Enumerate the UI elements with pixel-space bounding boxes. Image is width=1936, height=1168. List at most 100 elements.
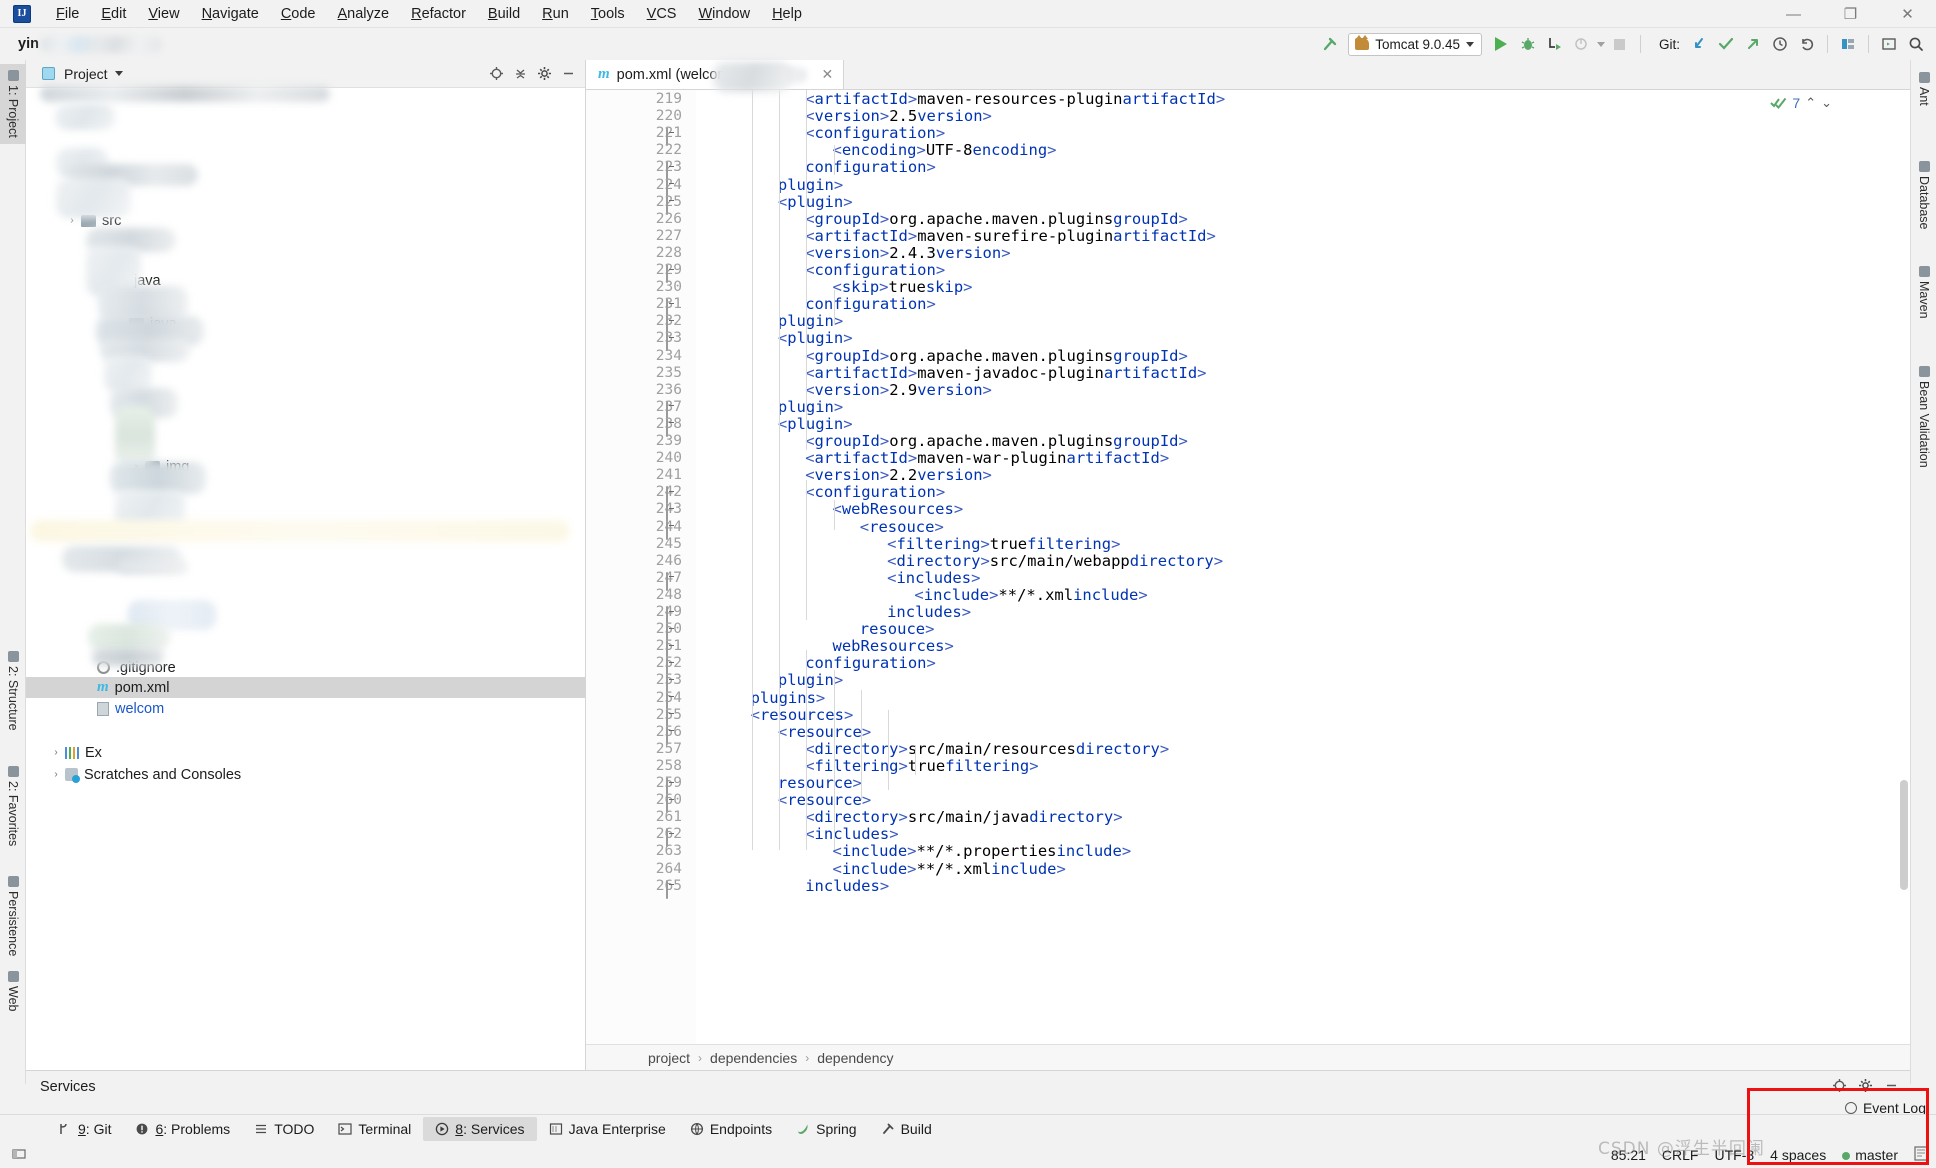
fold-toggle-icon[interactable] (666, 795, 677, 806)
indent-setting[interactable]: 4 spaces (1770, 1147, 1826, 1163)
editor-body[interactable]: 2192202212222232242252262272282292302312… (586, 90, 1910, 1070)
code-line[interactable]: <include>**/*.xmlinclude> (914, 587, 1147, 604)
menu-item-edit[interactable]: Edit (90, 4, 137, 24)
tool-button-beanvalidation[interactable]: Bean Validation (1911, 360, 1936, 474)
editor-scrollbar[interactable] (1898, 90, 1910, 1070)
menu-item-run[interactable]: Run (531, 4, 580, 24)
gear-icon[interactable] (533, 63, 555, 85)
tool-button-maven[interactable]: Maven (1911, 260, 1936, 325)
tool-button-database[interactable]: Database (1911, 155, 1936, 236)
read-only-icon[interactable] (1914, 1146, 1928, 1164)
fold-toggle-icon[interactable] (666, 624, 677, 635)
code-line[interactable]: <skip>trueskip> (833, 279, 973, 296)
fold-toggle-icon[interactable] (666, 265, 677, 276)
history-icon[interactable] (1768, 32, 1792, 56)
minimize-button[interactable]: — (1765, 0, 1822, 28)
code-line[interactable]: includes> (887, 604, 971, 621)
collapse-strip-icon[interactable] (12, 1147, 26, 1164)
fold-toggle-icon[interactable] (666, 299, 677, 310)
bottom-tab-spring[interactable]: Spring (784, 1117, 868, 1141)
fold-toggle-icon[interactable] (666, 607, 677, 618)
chevron-right-icon[interactable] (82, 703, 94, 715)
locate-icon[interactable] (1828, 1074, 1850, 1096)
menu-item-tools[interactable]: Tools (580, 4, 636, 24)
layout-icon[interactable] (1836, 32, 1860, 56)
menu-item-analyze[interactable]: Analyze (327, 4, 401, 24)
editor-gutter[interactable]: 2192202212222232242252262272282292302312… (586, 90, 696, 1070)
bottom-tab-services[interactable]: 8: Services (423, 1117, 536, 1141)
fold-toggle-icon[interactable] (666, 641, 677, 652)
code-line[interactable]: <version>2.2version> (805, 467, 992, 484)
code-line[interactable]: <version>2.5version> (805, 108, 992, 125)
code-line[interactable]: <includes> (805, 826, 898, 843)
breadcrumb-item-project[interactable]: project (648, 1050, 690, 1066)
code-line[interactable]: <plugin> (778, 330, 853, 347)
bottom-tab-terminal[interactable]: Terminal (326, 1117, 423, 1141)
fold-toggle-icon[interactable] (666, 727, 677, 738)
bottom-tab-build[interactable]: Build (869, 1117, 944, 1141)
code-line[interactable]: <version>2.9version> (805, 382, 992, 399)
fold-toggle-icon[interactable] (666, 128, 677, 139)
rollback-icon[interactable] (1795, 32, 1819, 56)
menu-item-file[interactable]: File (45, 4, 90, 24)
code-line[interactable]: <plugin> (778, 416, 853, 433)
code-line[interactable]: <configuration> (805, 125, 945, 142)
run-with-coverage-icon[interactable] (1543, 32, 1567, 56)
code-line[interactable]: configuration> (805, 296, 936, 313)
tool-button-web[interactable]: Web (0, 965, 26, 1017)
code-line[interactable]: <resource> (778, 724, 871, 741)
push-icon[interactable] (1741, 32, 1765, 56)
fold-toggle-icon[interactable] (666, 693, 677, 704)
hide-icon[interactable] (557, 63, 579, 85)
code-line[interactable]: <include>**/*.xmlinclude> (833, 861, 1066, 878)
tree-node[interactable]: ›Scratches and Consoles (26, 764, 585, 785)
update-project-icon[interactable] (1687, 32, 1711, 56)
fold-toggle-icon[interactable] (666, 658, 677, 669)
run-configuration-selector[interactable]: Tomcat 9.0.45 (1348, 33, 1482, 56)
code-line[interactable]: configuration> (805, 655, 936, 672)
code-line[interactable]: <artifactId>maven-javadoc-pluginartifact… (805, 365, 1206, 382)
tool-button-project[interactable]: 1: Project (0, 64, 26, 144)
editor-scrollbar-thumb[interactable] (1900, 780, 1908, 890)
fold-toggle-icon[interactable] (666, 402, 677, 413)
menu-item-help[interactable]: Help (761, 4, 813, 24)
code-line[interactable]: <groupId>org.apache.maven.pluginsgroupId… (805, 348, 1188, 365)
breadcrumb-item-dependencies[interactable]: dependencies (710, 1050, 797, 1066)
code-line[interactable]: <resouce> (860, 519, 944, 536)
code-line[interactable]: <include>**/*.propertiesinclude> (833, 843, 1132, 860)
fold-toggle-icon[interactable] (666, 197, 677, 208)
chevron-right-icon[interactable]: › (50, 747, 62, 759)
fold-toggle-icon[interactable] (666, 180, 677, 191)
code-line[interactable]: <filtering>truefiltering> (805, 758, 1038, 775)
code-line[interactable]: <plugin> (778, 194, 853, 211)
code-line[interactable]: configuration> (805, 159, 936, 176)
debug-icon[interactable] (1516, 32, 1540, 56)
code-line[interactable]: <configuration> (805, 262, 945, 279)
chevron-down-icon[interactable]: ⌄ (1821, 95, 1832, 111)
locate-icon[interactable] (485, 63, 507, 85)
menu-item-navigate[interactable]: Navigate (191, 4, 270, 24)
tool-button-ant[interactable]: Ant (1911, 66, 1936, 112)
code-line[interactable]: webResources> (833, 638, 954, 655)
code-line[interactable]: <resource> (778, 792, 871, 809)
fold-toggle-icon[interactable] (666, 419, 677, 430)
fold-toggle-icon[interactable] (666, 487, 677, 498)
fold-toggle-icon[interactable] (666, 881, 677, 892)
commit-icon[interactable] (1714, 32, 1738, 56)
code-line[interactable]: plugins> (751, 690, 826, 707)
fold-toggle-icon[interactable] (666, 316, 677, 327)
code-line[interactable]: includes> (805, 878, 889, 895)
hammer-icon[interactable] (1317, 32, 1341, 56)
code-line[interactable]: <resources> (751, 707, 854, 724)
code-line[interactable]: <groupId>org.apache.maven.pluginsgroupId… (805, 211, 1188, 228)
code-line[interactable]: <directory>src/main/javadirectory> (805, 809, 1122, 826)
chevron-up-icon[interactable]: ⌃ (1805, 95, 1816, 111)
chevron-right-icon[interactable] (82, 662, 94, 674)
code-line[interactable]: <filtering>truefiltering> (887, 536, 1120, 553)
fold-toggle-icon[interactable] (666, 573, 677, 584)
code-content[interactable]: <artifactId>maven-resources-pluginartifa… (696, 90, 1910, 1070)
gear-icon[interactable] (1854, 1074, 1876, 1096)
tree-node[interactable]: welcom (26, 698, 585, 719)
code-line[interactable]: <artifactId>maven-war-pluginartifactId> (805, 450, 1169, 467)
hide-icon[interactable] (1880, 1074, 1902, 1096)
